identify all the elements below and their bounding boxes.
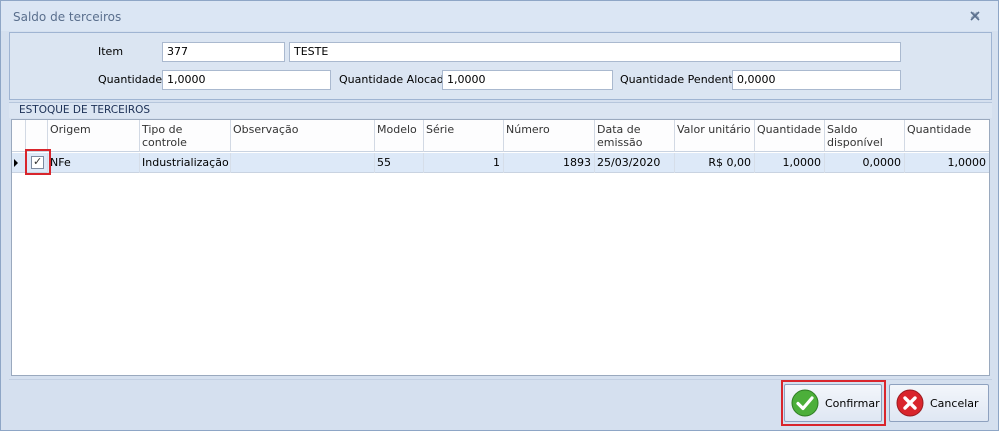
cell-data-emissao: 25/03/2020: [595, 153, 675, 173]
grid-header: Origem Tipo de controle Observação Model…: [12, 120, 989, 152]
header-quantidade[interactable]: Quantidade: [755, 120, 825, 152]
quantidade-pendente-label: Quantidade Pendente: [620, 73, 740, 86]
close-icon[interactable]: [969, 10, 983, 24]
quantidade-field[interactable]: 1,0000: [162, 70, 331, 90]
cell-origem: NFe: [48, 153, 140, 173]
cell-modelo: 55: [375, 153, 424, 173]
stock-grid[interactable]: Origem Tipo de controle Observação Model…: [11, 119, 990, 376]
quantidade-alocada-label: Quantidade Alocada: [339, 73, 451, 86]
group-title: ESTOQUE DE TERCEIROS: [19, 104, 151, 116]
cell-quantidade: 1,0000: [755, 153, 825, 173]
row-check-cell[interactable]: ✓: [26, 153, 48, 173]
header-observacao[interactable]: Observação: [231, 120, 375, 152]
item-info-panel: Item 377 TESTE Quantidade 1,0000 Quantid…: [9, 32, 992, 100]
header-modelo[interactable]: Modelo: [375, 120, 424, 152]
checkmark-icon: ✓: [33, 155, 43, 168]
quantidade-pendente-field[interactable]: 0,0000: [732, 70, 901, 90]
cell-tipo-controle: Industrialização: [140, 153, 231, 173]
window-title: Saldo de terceiros: [13, 10, 122, 24]
cell-numero: 1893: [504, 153, 595, 173]
header-valor-unitario[interactable]: Valor unitário: [675, 120, 755, 152]
cell-serie: 1: [424, 153, 504, 173]
item-label: Item: [98, 45, 124, 58]
header-serie[interactable]: Série: [424, 120, 504, 152]
header-indicator-cell: [12, 120, 26, 152]
row-checkbox[interactable]: ✓: [31, 155, 44, 169]
quantidade-alocada-field[interactable]: 1,0000: [442, 70, 613, 90]
cell-quantidade-2: 1,0000: [947, 156, 987, 169]
item-description-field[interactable]: TESTE: [289, 42, 901, 62]
quantidade-label: Quantidade: [98, 73, 163, 86]
table-row[interactable]: ✓ NFe Industrialização 55 1 1893 25/03/2…: [12, 153, 989, 173]
cancel-label: Cancelar: [930, 397, 979, 410]
header-tipo-controle[interactable]: Tipo de controle: [140, 120, 231, 152]
row-indicator-cell: [12, 153, 26, 173]
x-circle-icon: [896, 389, 924, 417]
dialog-window: Saldo de terceiros Item 377 TESTE Quanti…: [0, 0, 999, 431]
button-bar: Confirmar Cancelar: [9, 379, 992, 427]
header-saldo-disponivel[interactable]: Saldo disponível: [825, 120, 905, 152]
cell-valor-unitario: R$ 0,00: [675, 153, 755, 173]
header-numero[interactable]: Número: [504, 120, 595, 152]
header-check-cell: [26, 120, 48, 152]
check-circle-icon: [791, 389, 819, 417]
cancel-button[interactable]: Cancelar: [889, 384, 989, 422]
confirm-button[interactable]: Confirmar: [784, 384, 882, 422]
confirm-label: Confirmar: [825, 397, 880, 410]
title-bar: Saldo de terceiros: [1, 1, 998, 31]
cell-saldo-disponivel: 0,0000: [825, 153, 905, 173]
header-origem[interactable]: Origem: [48, 120, 140, 152]
row-indicator-icon: [14, 159, 18, 167]
header-data-emissao[interactable]: Data de emissão: [595, 120, 675, 152]
item-code-field[interactable]: 377: [162, 42, 285, 62]
cell-observacao: [231, 153, 375, 173]
group-header: ESTOQUE DE TERCEIROS: [9, 102, 992, 118]
header-quantidade-2[interactable]: Quantidade: [905, 120, 989, 152]
